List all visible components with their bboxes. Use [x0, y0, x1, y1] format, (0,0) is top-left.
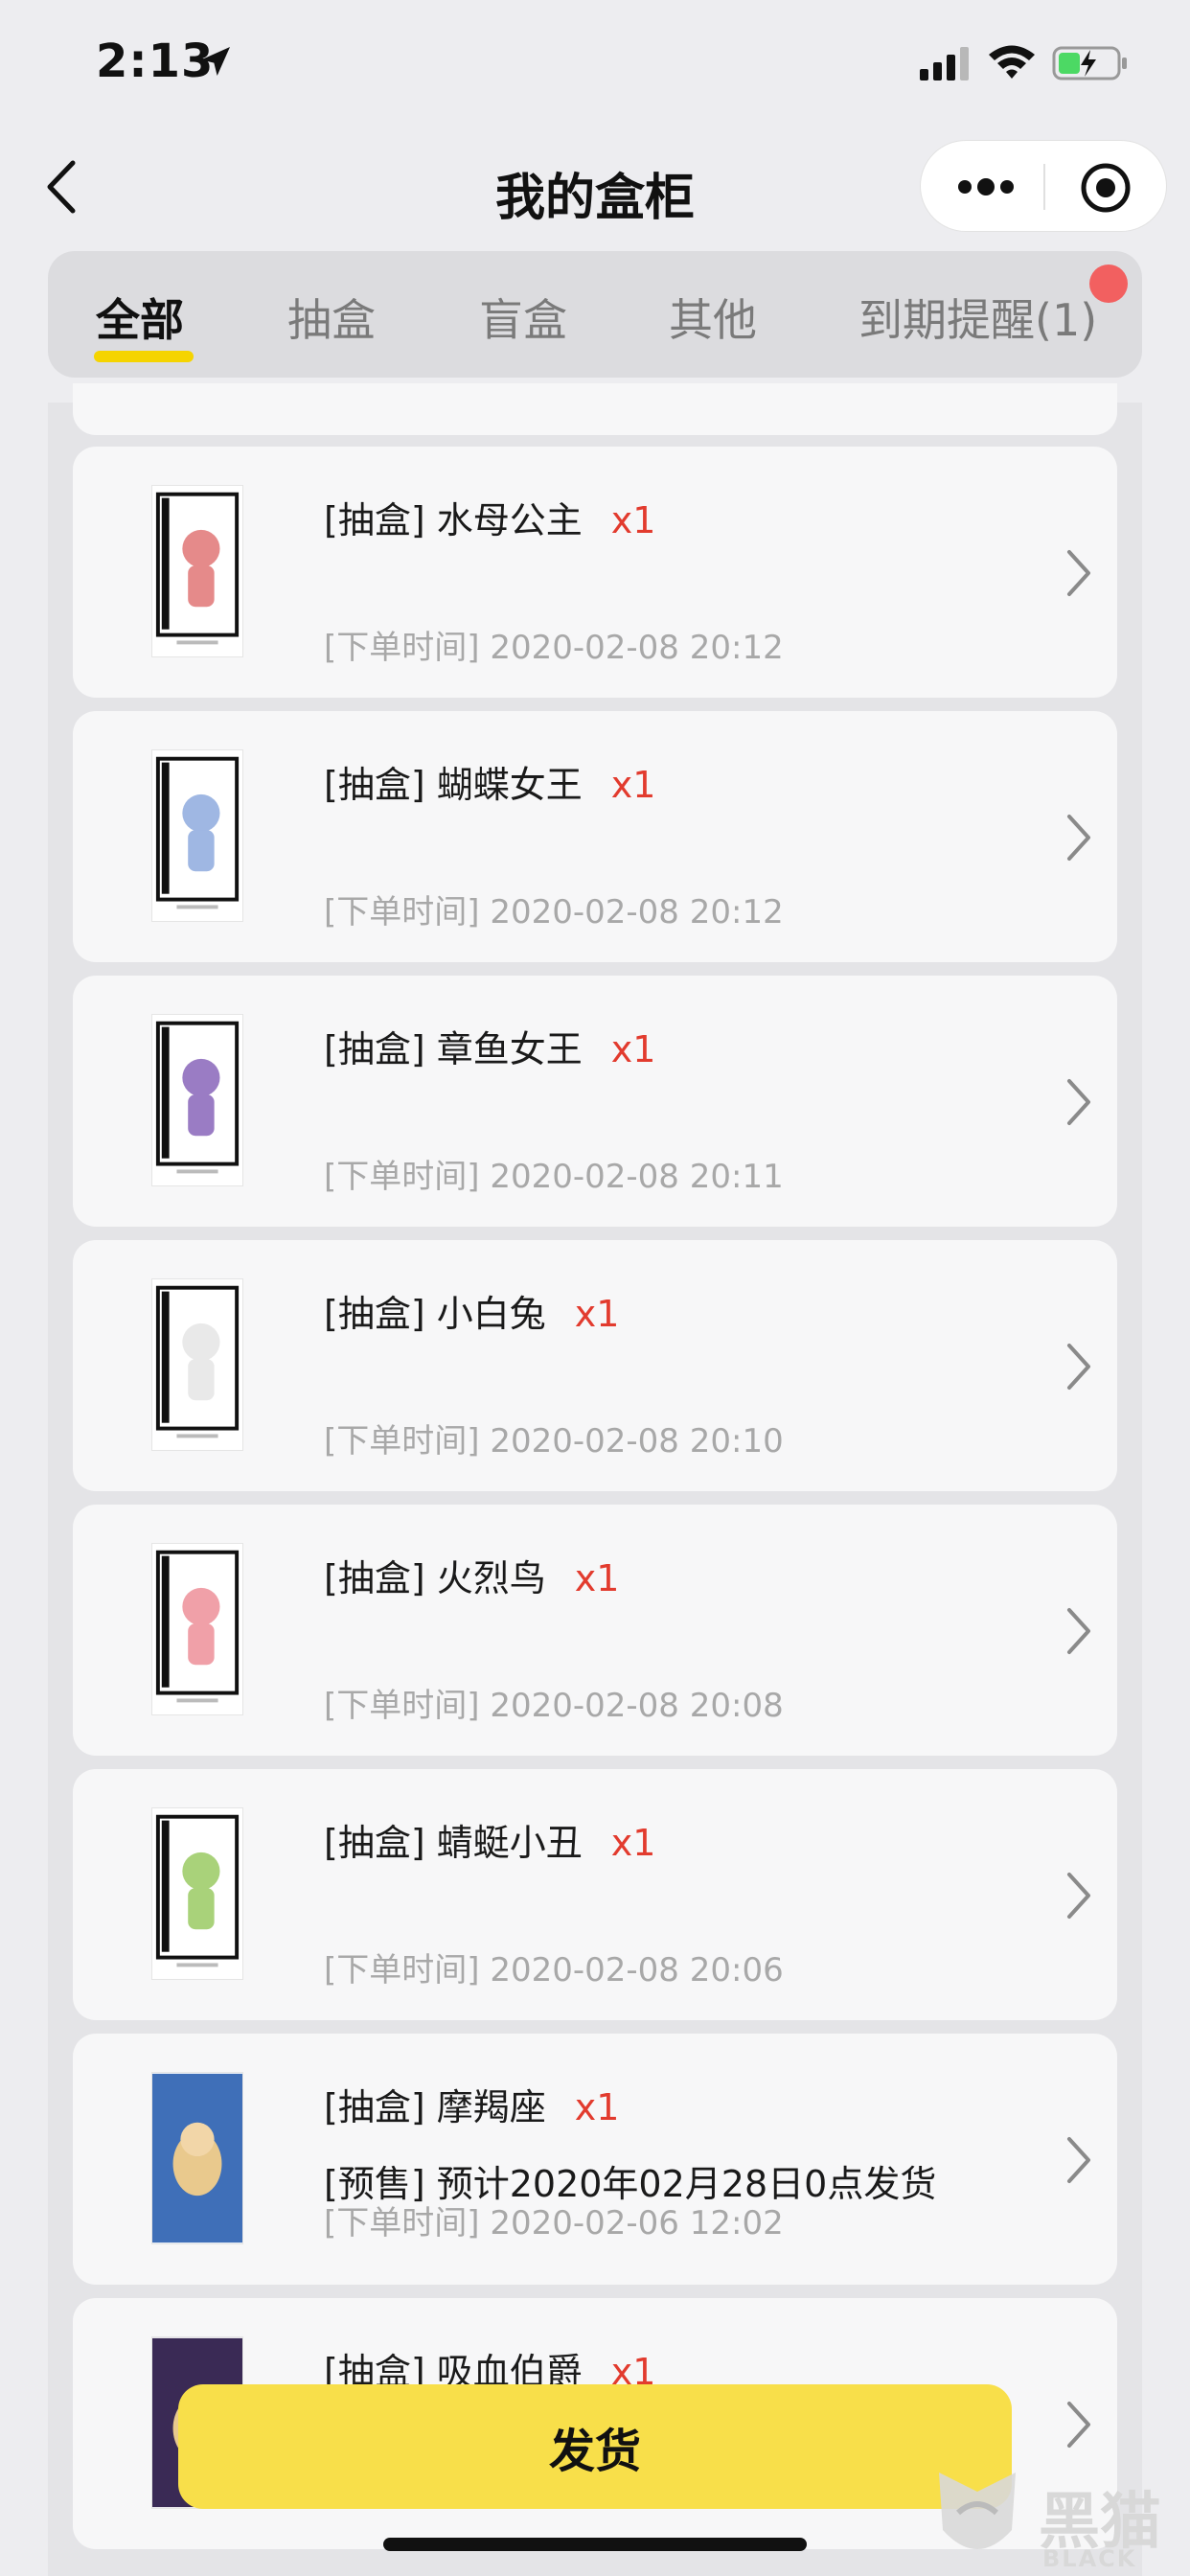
watermark-subtext: BLACK CAT — [1042, 2545, 1137, 2576]
item-order-time: [下单时间] 2020-02-08 20:06 — [324, 1951, 784, 1990]
ship-button[interactable]: 发货 — [178, 2384, 1012, 2509]
item-order-time: [下单时间] 2020-02-08 20:12 — [324, 629, 784, 667]
item-order-time: [下单时间] 2020-02-08 20:11 — [324, 1158, 784, 1196]
home-indicator — [383, 2538, 807, 2551]
chevron-right-icon[interactable] — [1064, 548, 1092, 598]
item-quantity: x1 — [574, 1557, 620, 1599]
item-quantity: x1 — [610, 499, 656, 541]
notification-badge — [1089, 264, 1128, 303]
product-thumbnail — [151, 1014, 243, 1186]
location-arrow-icon — [201, 47, 230, 76]
list-item[interactable]: [抽盒] 水母公主 x1 [下单时间] 2020-02-08 20:12 — [73, 447, 1117, 698]
category-tabs: 全部 抽盒 盲盒 其他 到期提醒(1) — [48, 251, 1142, 378]
status-bar: 2:13 — [0, 0, 1190, 125]
item-title: [抽盒] 摩羯座 x1 — [324, 2078, 619, 2130]
item-quantity: x1 — [610, 1822, 656, 1864]
product-thumbnail — [151, 1278, 243, 1451]
chevron-right-icon[interactable] — [1064, 1342, 1092, 1392]
battery-charging-icon — [1052, 46, 1127, 80]
chevron-right-icon[interactable] — [1064, 1871, 1092, 1920]
tab-draw-box[interactable]: 抽盒 — [287, 286, 376, 349]
chevron-right-icon[interactable] — [1064, 813, 1092, 862]
chevron-right-icon[interactable] — [1064, 2400, 1092, 2450]
list-item[interactable]: [抽盒] 小白兔 x1 [下单时间] 2020-02-08 20:10 — [73, 1240, 1117, 1491]
item-quantity: x1 — [610, 764, 656, 806]
item-title: [抽盒] 火烈鸟 x1 — [324, 1549, 619, 1601]
target-circle-icon[interactable] — [1080, 162, 1132, 214]
item-title-text: [抽盒] 火烈鸟 — [324, 1557, 546, 1599]
item-order-time: [下单时间] 2020-02-08 20:12 — [324, 893, 784, 932]
chevron-right-icon[interactable] — [1064, 1606, 1092, 1656]
nav-bar: 我的盒柜 — [0, 134, 1190, 240]
item-order-time: [下单时间] 2020-02-08 20:10 — [324, 1422, 784, 1460]
chevron-right-icon[interactable] — [1064, 2135, 1092, 2185]
item-title-text: [抽盒] 蜻蜓小丑 — [324, 1822, 583, 1864]
tab-active-underline — [94, 351, 194, 362]
item-title: [抽盒] 蝴蝶女王 x1 — [324, 755, 655, 808]
list-item[interactable]: [抽盒] 摩羯座 x1 [预售] 预计2020年02月28日0点发货 [下单时间] 2… — [73, 2034, 1117, 2285]
item-order-time: [下单时间] 2020-02-06 12:02 — [324, 2204, 784, 2242]
item-title: [抽盒] 章鱼女王 x1 — [324, 1020, 655, 1072]
item-title-text: [抽盒] 小白兔 — [324, 1293, 546, 1335]
product-thumbnail — [151, 749, 243, 922]
item-title-text: [抽盒] 摩羯座 — [324, 2086, 546, 2128]
item-quantity: x1 — [574, 1293, 620, 1335]
signal-icon — [920, 47, 969, 80]
item-order-time: [下单时间] 2020-02-08 20:08 — [324, 1687, 784, 1725]
item-quantity: x1 — [610, 1028, 656, 1070]
tab-all[interactable]: 全部 — [96, 286, 184, 349]
tab-other[interactable]: 其他 — [669, 286, 757, 349]
item-title: [抽盒] 小白兔 x1 — [324, 1284, 619, 1337]
product-thumbnail — [151, 485, 243, 657]
item-title: [抽盒] 水母公主 x1 — [324, 491, 655, 543]
item-title-text: [抽盒] 章鱼女王 — [324, 1028, 583, 1070]
list-item-partial — [73, 383, 1117, 435]
chevron-right-icon[interactable] — [1064, 1077, 1092, 1127]
list-item[interactable]: [抽盒] 火烈鸟 x1 [下单时间] 2020-02-08 20:08 — [73, 1505, 1117, 1756]
tab-blind-box[interactable]: 盲盒 — [479, 286, 567, 349]
product-thumbnail — [151, 1807, 243, 1980]
item-title-text: [抽盒] 水母公主 — [324, 499, 583, 541]
capsule-divider — [1043, 164, 1045, 210]
item-quantity: x1 — [574, 2086, 620, 2128]
tab-expiry-reminder[interactable]: 到期提醒(1) — [858, 286, 1097, 349]
list-item[interactable]: [抽盒] 蝴蝶女王 x1 [下单时间] 2020-02-08 20:12 — [73, 711, 1117, 962]
product-thumbnail — [151, 1543, 243, 1715]
item-title: [抽盒] 蜻蜓小丑 x1 — [324, 1813, 655, 1866]
product-thumbnail — [151, 2072, 243, 2244]
list-item[interactable]: [抽盒] 蜻蜓小丑 x1 [下单时间] 2020-02-08 20:06 — [73, 1769, 1117, 2020]
more-dots-icon[interactable] — [957, 177, 1015, 196]
mini-program-capsule — [920, 140, 1167, 232]
wifi-icon — [989, 45, 1035, 79]
item-title-text: [抽盒] 蝴蝶女王 — [324, 764, 583, 806]
list-item[interactable]: [抽盒] 章鱼女王 x1 [下单时间] 2020-02-08 20:11 — [73, 976, 1117, 1227]
